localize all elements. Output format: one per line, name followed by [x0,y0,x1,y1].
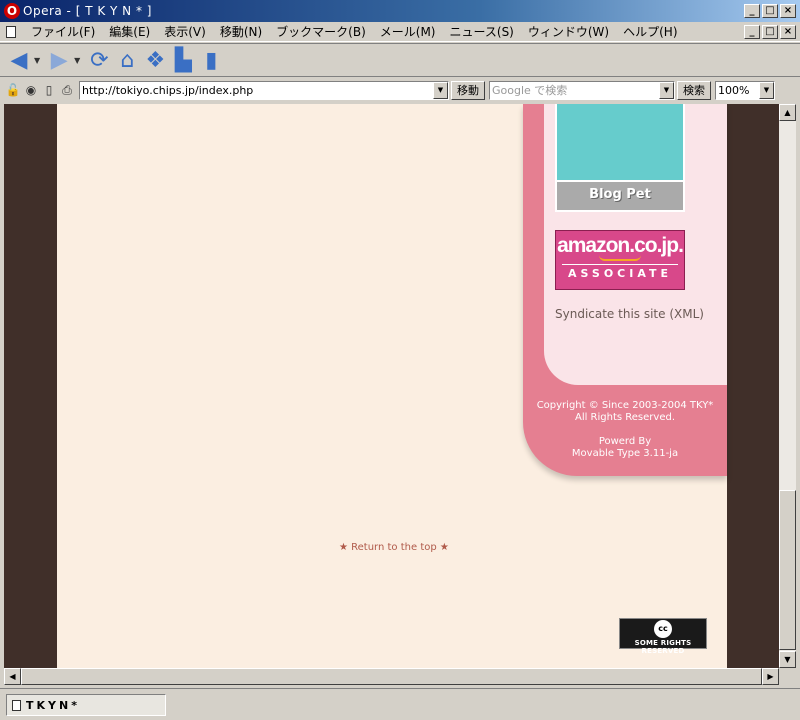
vertical-scroll-thumb[interactable] [779,490,796,650]
menu-news[interactable]: ニュース(S) [442,23,520,40]
menu-bar: ファイル(F) 編集(E) 表示(V) 移動(N) ブックマーク(B) メール(… [0,22,800,42]
copyright-line-1: Copyright © Since 2003-2004 TKY* [536,400,714,411]
zoom-select[interactable]: 100% ▼ [715,80,775,100]
url-text: http://tokiyo.chips.jp/index.php [82,83,254,97]
cc-icon: cc [654,620,672,638]
scroll-left-icon[interactable]: ◀ [4,668,21,685]
mdi-close-button[interactable]: × [780,25,796,39]
horizontal-scroll-thumb[interactable] [21,668,762,685]
scroll-up-icon[interactable]: ▲ [779,104,796,121]
menu-mail[interactable]: メール(M) [373,23,443,40]
search-button[interactable]: 検索 [677,80,711,100]
search-dropdown-icon[interactable]: ▼ [659,81,674,99]
page-body: Blog Pet amazon.co.jp. ASSOCIATE Syndica… [57,104,727,668]
zoom-value: 100% [718,83,750,97]
menu-file[interactable]: ファイル(F) [24,23,102,40]
opera-logo-icon: O [4,3,20,19]
syndicate-link[interactable]: Syndicate this site (XML) [555,307,704,321]
search-placeholder: Google で検索 [492,84,568,97]
copyright-text: Copyright © Since 2003-2004 TKY* All Rig… [523,400,727,424]
amazon-brand: amazon.co.jp. [557,234,684,257]
copyright-line-2: All Rights Reserved. [574,412,676,423]
reload-icon[interactable]: ⟳ [86,47,112,73]
blogpet-widget[interactable]: Blog Pet [555,104,685,212]
forward-icon[interactable]: ▶ [46,47,72,73]
tab-document-icon [12,699,21,711]
amazon-associate-banner[interactable]: amazon.co.jp. ASSOCIATE [555,230,685,290]
sidebar-panel: Blog Pet amazon.co.jp. ASSOCIATE Syndica… [544,104,727,385]
page-icon[interactable]: ▯ [40,81,58,99]
address-bar: 🔓 ◉ ▯ ⎙ http://tokiyo.chips.jp/index.php… [0,78,800,102]
minimize-button[interactable]: _ [744,4,760,18]
toolbar: ◀ ▼ ▶ ▼ ⟳ ⌂ ❖ ▙ ▮ [0,43,800,77]
powered-line-2[interactable]: Movable Type 3.11-ja [523,448,727,460]
status-bar: TKYN* [0,688,800,720]
document-icon [6,25,16,38]
powered-line-1: Powerd By [598,436,652,447]
new-page-icon[interactable]: ▮ [198,47,224,73]
lock-icon[interactable]: 🔓 [4,81,22,99]
powered-by-text: Powerd By Movable Type 3.11-ja [523,436,727,460]
url-input[interactable]: http://tokiyo.chips.jp/index.php ▼ [79,80,449,100]
cc-text: SOME RIGHTS RESERVED [634,639,692,655]
sidebar-frame: Blog Pet amazon.co.jp. ASSOCIATE Syndica… [523,104,727,476]
horizontal-scrollbar[interactable]: ◀ ▶ [4,668,779,685]
scroll-right-icon[interactable]: ▶ [762,668,779,685]
menu-help[interactable]: ヘルプ(H) [616,23,684,40]
printer-icon[interactable]: ⎙ [58,81,76,99]
scroll-down-icon[interactable]: ▼ [779,651,796,668]
home-icon[interactable]: ⌂ [114,47,140,73]
mdi-restore-button[interactable]: □ [762,25,778,39]
mdi-minimize-button[interactable]: _ [744,25,760,39]
creative-commons-badge[interactable]: cc SOME RIGHTS RESERVED [619,618,707,655]
window-title: Opera - [ T K Y N * ] [23,4,152,18]
search-input[interactable]: Google で検索 ▼ [489,80,675,100]
menu-edit[interactable]: 編集(E) [102,23,157,40]
page-tab[interactable]: TKYN* [6,694,166,716]
blogpet-label: Blog Pet [589,187,651,202]
back-dropdown-icon[interactable]: ▼ [34,56,40,65]
title-bar: O Opera - [ T K Y N * ] _ □ × [0,0,800,22]
maximize-button[interactable]: □ [762,4,778,18]
camera-icon[interactable]: ◉ [22,81,40,99]
scrollbar-corner [779,668,796,685]
vertical-scrollbar[interactable]: ▲ ▼ [779,104,796,668]
return-to-top-link[interactable]: ★ Return to the top ★ [339,542,449,553]
amazon-associate-text: ASSOCIATE [567,267,673,280]
menu-view[interactable]: 表示(V) [157,23,213,40]
close-button[interactable]: × [780,4,796,18]
forward-dropdown-icon[interactable]: ▼ [74,56,80,65]
page-viewport: Blog Pet amazon.co.jp. ASSOCIATE Syndica… [4,104,779,668]
menu-navigate[interactable]: 移動(N) [213,23,269,40]
menu-window[interactable]: ウィンドウ(W) [521,23,616,40]
blogpet-screen [557,104,683,182]
back-icon[interactable]: ◀ [6,47,32,73]
banner-divider [562,264,678,265]
url-dropdown-icon[interactable]: ▼ [433,81,448,99]
hotlist-icon[interactable]: ❖ [142,47,168,73]
zoom-dropdown-icon[interactable]: ▼ [759,81,774,99]
print-icon[interactable]: ▙ [170,47,196,73]
tab-title: TKYN* [26,698,80,712]
go-button[interactable]: 移動 [451,80,485,100]
menu-bookmarks[interactable]: ブックマーク(B) [269,23,373,40]
